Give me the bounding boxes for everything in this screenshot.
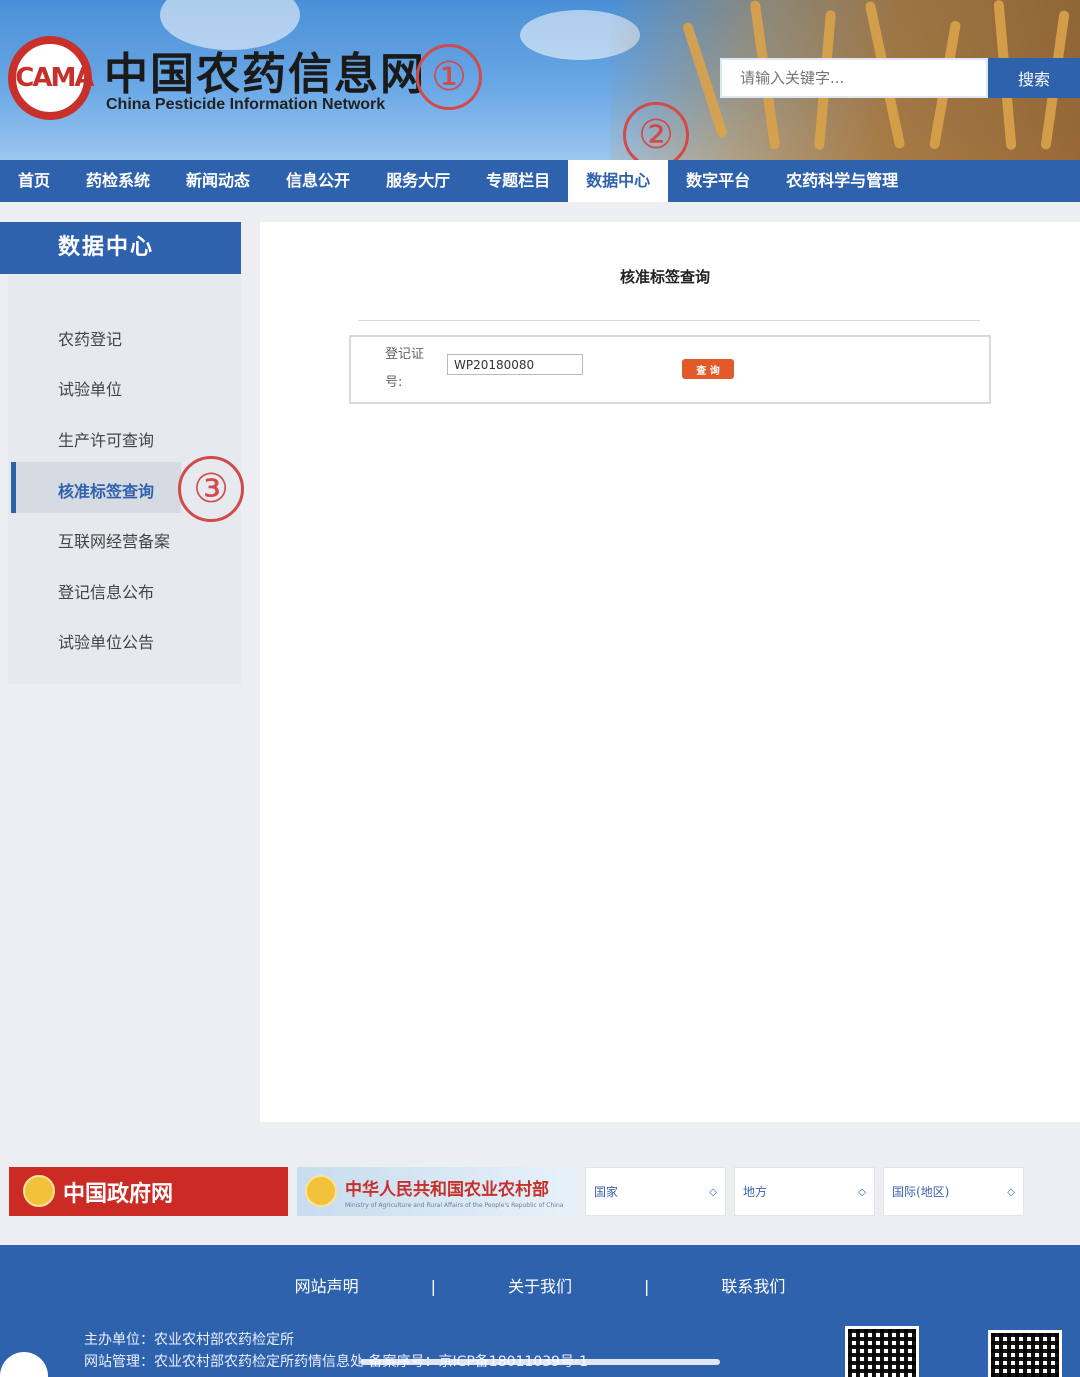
moa-site-english: Ministry of Agriculture and Rural Affair… <box>345 1202 564 1209</box>
nav-item-inspection-system[interactable]: 药检系统 <box>68 160 168 202</box>
select-label: 国家 <box>594 1185 619 1199</box>
select-national-links[interactable]: 国家 ◇ <box>585 1167 726 1216</box>
nav-item-news[interactable]: 新闻动态 <box>168 160 268 202</box>
search-button[interactable]: 搜索 <box>988 58 1080 98</box>
nav-item-service-hall[interactable]: 服务大厅 <box>368 160 468 202</box>
sidebar-item-production-license[interactable]: 生产许可查询 <box>58 427 154 451</box>
page-title: 核准标签查询 <box>620 268 711 286</box>
annotation-marker-1: ① <box>416 44 482 110</box>
chevron-updown-icon: ◇ <box>858 1187 866 1198</box>
national-emblem-icon <box>305 1175 337 1207</box>
footer-links: 网站声明 | 关于我们 | 联系我们 <box>0 1273 1080 1297</box>
national-emblem-icon <box>23 1175 55 1207</box>
moa-site-label: 中华人民共和国农业农村部 <box>345 1180 549 1200</box>
footer-separator: | <box>430 1277 436 1296</box>
footer-link-statement[interactable]: 网站声明 <box>295 1277 359 1296</box>
registration-number-label: 登记证号: <box>385 347 425 390</box>
footer-separator: | <box>644 1277 650 1296</box>
sidebar-title: 数据中心 <box>0 222 241 274</box>
nav-item-digital-platform[interactable]: 数字平台 <box>668 160 768 202</box>
nav-item-home[interactable]: 首页 <box>0 160 68 202</box>
chevron-updown-icon: ◇ <box>1007 1187 1015 1198</box>
sidebar-item-internet-filing[interactable]: 互联网经营备案 <box>58 528 170 552</box>
scroll-indicator <box>360 1359 720 1365</box>
main-nav: 首页 药检系统 新闻动态 信息公开 服务大厅 专题栏目 数据中心 数字平台 农药… <box>0 160 1080 202</box>
footer-sponsor: 主办单位：农业农村部农药检定所 <box>84 1332 294 1348</box>
nav-item-data-center[interactable]: 数据中心 <box>568 160 669 202</box>
qr-code-icon <box>988 1330 1062 1377</box>
gov-site-banner[interactable]: 中国政府网 <box>9 1167 288 1216</box>
registration-number-input[interactable] <box>447 354 583 375</box>
site-title: 中国农药信息网 <box>104 49 426 100</box>
moa-site-banner[interactable]: 中华人民共和国农业农村部 Ministry of Agriculture and… <box>297 1167 576 1216</box>
query-form <box>349 335 991 404</box>
logo-text: ICAMA <box>7 63 95 93</box>
select-local-links[interactable]: 地方 ◇ <box>734 1167 875 1216</box>
sidebar-item-test-unit-notice[interactable]: 试验单位公告 <box>58 629 154 653</box>
sidebar-item-registration-notice[interactable]: 登记信息公布 <box>58 579 154 603</box>
sidebar-item-pesticide-registration[interactable]: 农药登记 <box>58 326 122 350</box>
annotation-marker-2: ② <box>623 102 689 168</box>
sidebar-item-test-units[interactable]: 试验单位 <box>58 376 122 400</box>
qr-code-icon <box>845 1326 919 1377</box>
select-international-links[interactable]: 国际(地区) ◇ <box>883 1167 1024 1216</box>
select-label: 国际(地区) <box>892 1185 950 1199</box>
sidebar-item-label-query[interactable]: 核准标签查询 <box>58 478 154 502</box>
footer-info: 主办单位：农业农村部农药检定所 网站管理：农业农村部农药检定所药情信息处 备案序… <box>84 1329 588 1373</box>
query-button[interactable]: 查 询 <box>682 359 734 379</box>
select-label: 地方 <box>743 1185 768 1199</box>
gov-site-label: 中国政府网 <box>63 1181 174 1207</box>
nav-item-special-topics[interactable]: 专题栏目 <box>468 160 568 202</box>
search-input[interactable] <box>720 58 988 98</box>
title-divider <box>358 320 980 321</box>
nav-item-info-disclosure[interactable]: 信息公开 <box>268 160 368 202</box>
chevron-updown-icon: ◇ <box>709 1187 717 1198</box>
footer-link-about[interactable]: 关于我们 <box>508 1277 572 1296</box>
annotation-marker-3: ③ <box>178 456 244 522</box>
nav-item-pesticide-science[interactable]: 农药科学与管理 <box>768 160 916 202</box>
footer-link-contact[interactable]: 联系我们 <box>721 1277 785 1296</box>
site-subtitle: China Pesticide Information Network <box>106 96 386 113</box>
site-logo[interactable]: ICAMA <box>7 36 95 120</box>
